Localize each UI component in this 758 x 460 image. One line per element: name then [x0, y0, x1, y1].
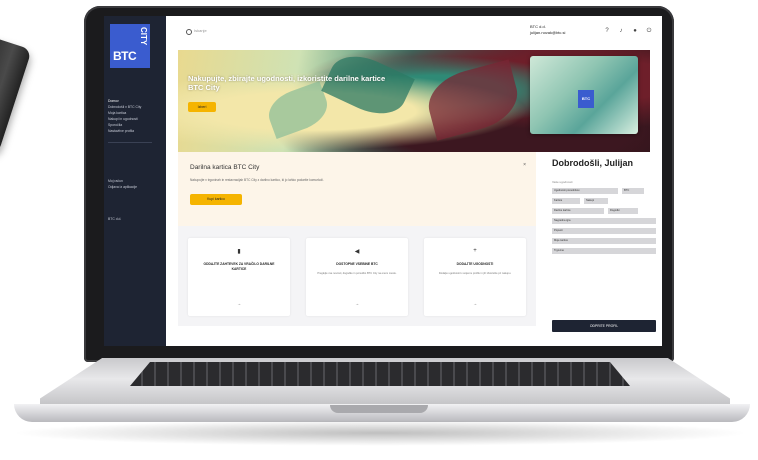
- leaf-decoration: [421, 59, 525, 141]
- search-icon[interactable]: [186, 29, 192, 35]
- benefit-tag[interactable]: Popusti: [552, 228, 656, 234]
- account-info[interactable]: BTC d.d. julijan.novak@btc.si: [530, 24, 565, 36]
- benefit-tag[interactable]: Dogodki: [608, 208, 638, 214]
- logo-text: BTC: [113, 49, 137, 63]
- sidebar-divider: [108, 142, 152, 143]
- close-icon[interactable]: ×: [523, 162, 526, 168]
- laptop-notch: [330, 405, 428, 413]
- user-icon[interactable]: ●: [632, 28, 638, 34]
- sidebar-company: BTC d.d.: [108, 217, 122, 221]
- sidebar-nav-main: Domov Dobrodošli v BTC City Moja kartica…: [108, 98, 164, 134]
- gift-card-image: BTC: [530, 56, 638, 134]
- action-card[interactable]: ▮ ODDAJTE ZAHTEVEK ZA VRAČILO DARILNE KA…: [188, 238, 290, 316]
- sidebar-item-logout[interactable]: Odjava iz aplikacije: [108, 184, 164, 190]
- card-title: DODAJTE UGODNOSTI: [456, 262, 494, 266]
- card-icon: ▮: [237, 249, 241, 255]
- action-card[interactable]: + DODAJTE UGODNOSTI Dodajte ugodnosti k …: [424, 238, 526, 316]
- sidebar: BTC CITY Domov Dobrodošli v BTC City Moj…: [104, 16, 166, 346]
- logo-vertical-text: CITY: [139, 27, 148, 46]
- laptop-screen: BTC CITY Domov Dobrodošli v BTC City Moj…: [104, 16, 662, 346]
- sidebar-item-settings[interactable]: Nastavitve profila: [108, 128, 164, 134]
- action-cards: ▮ ODDAJTE ZAHTEVEK ZA VRAČILO DARILNE KA…: [178, 226, 536, 326]
- card-description: Preglejte vse novosti, dogodke in ponudb…: [317, 272, 397, 275]
- search-input[interactable]: Iskanje: [194, 28, 207, 33]
- benefit-tag[interactable]: Kartica: [552, 198, 580, 204]
- benefit-tag[interactable]: Nakupi: [584, 198, 608, 204]
- open-profile-button[interactable]: ODPRITE PROFIL: [552, 320, 656, 332]
- card-icon: +: [473, 248, 477, 254]
- benefit-tag[interactable]: Ugodnosti ponudnikov: [552, 188, 618, 194]
- arrow-right-icon[interactable]: →: [424, 301, 526, 306]
- buy-card-button[interactable]: Kupi kartico: [190, 194, 242, 205]
- smartphone-image: [0, 35, 32, 155]
- sidebar-footer: BTC d.d.: [108, 216, 164, 222]
- account-email: julijan.novak@btc.si: [530, 30, 566, 35]
- power-icon[interactable]: ⏻: [646, 28, 652, 34]
- benefit-tag[interactable]: BTC: [622, 188, 644, 194]
- hero-banner: Nakupujte, zbirajte ugodnosti, izkoristi…: [178, 50, 650, 152]
- top-bar: Iskanje BTC d.d. julijan.novak@btc.si ? …: [166, 16, 662, 50]
- benefit-tag[interactable]: Nagradna igra: [552, 218, 656, 224]
- benefits-label: Vaše ugodnosti: [552, 180, 573, 184]
- gift-card-panel: Darilna kartica BTC City × Nakupujte v t…: [178, 152, 536, 226]
- benefit-tag[interactable]: Trgovine: [552, 248, 656, 254]
- sidebar-nav-account: Moj račun Odjava iz aplikacije: [108, 178, 164, 190]
- card-logo: BTC: [578, 90, 594, 108]
- welcome-panel: Dobrodošli, Julijan Vaše ugodnosti Ugodn…: [542, 152, 660, 342]
- benefit-tag[interactable]: Darilne kartice: [552, 208, 604, 214]
- bell-icon[interactable]: ♪: [618, 28, 624, 34]
- hero-title: Nakupujte, zbirajte ugodnosti, izkoristi…: [188, 74, 386, 92]
- card-description: Dodajte ugodnosti k svojemu profilu in j…: [438, 272, 512, 275]
- card-title: DOSTOPNE VSEBINE BTC: [336, 262, 378, 266]
- btc-city-logo[interactable]: BTC CITY: [110, 24, 150, 68]
- laptop-shadow: [10, 420, 750, 446]
- laptop-keyboard: [130, 362, 630, 386]
- action-card[interactable]: ◀ DOSTOPNE VSEBINE BTC Preglejte vse nov…: [306, 238, 408, 316]
- benefit-tag[interactable]: Moje kartice: [552, 238, 656, 244]
- card-icon: ◀: [354, 249, 360, 255]
- question-icon[interactable]: ?: [604, 28, 610, 34]
- panel-title: Darilna kartica BTC City: [190, 164, 260, 171]
- welcome-heading: Dobrodošli, Julijan: [552, 158, 634, 168]
- hero-button[interactable]: Izberi: [188, 102, 216, 112]
- arrow-right-icon[interactable]: →: [306, 301, 408, 306]
- panel-description: Nakupujte v trgovinah in restavracijah B…: [190, 178, 324, 182]
- arrow-right-icon[interactable]: →: [188, 301, 290, 306]
- card-title: ODDAJTE ZAHTEVEK ZA VRAČILO DARILNE KART…: [203, 262, 275, 271]
